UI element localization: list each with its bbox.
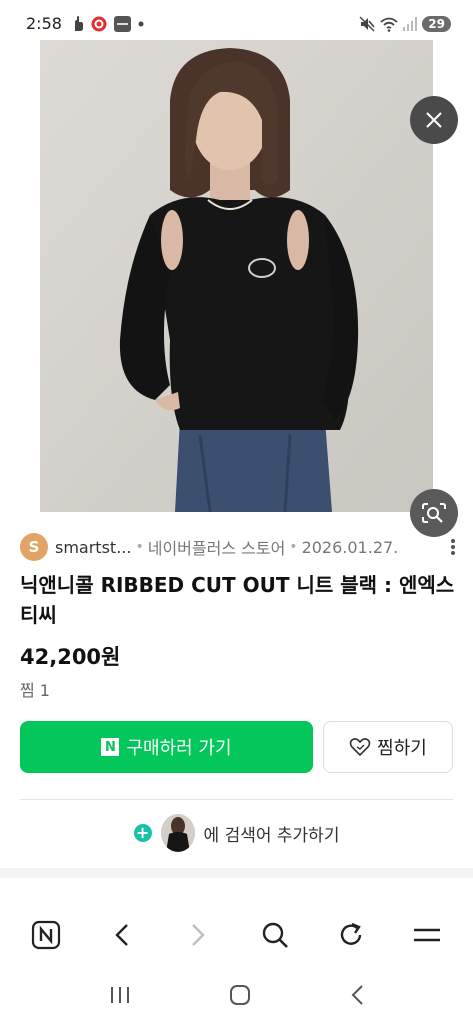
seller-avatar[interactable]: S xyxy=(20,533,48,561)
search-icon xyxy=(262,922,288,948)
buy-button[interactable]: N 구매하러 가기 xyxy=(20,721,313,773)
close-button[interactable] xyxy=(410,96,458,144)
separator-dot: • xyxy=(135,539,144,555)
back-button[interactable] xyxy=(100,913,144,957)
recent-apps-button[interactable] xyxy=(109,985,131,1009)
app-notification-icon xyxy=(91,16,107,32)
more-notifications-dot-icon xyxy=(138,21,144,27)
naver-n-icon xyxy=(31,920,61,950)
news-app-icon xyxy=(114,16,131,32)
naver-n-icon: N xyxy=(101,738,120,756)
store-name: 네이버플러스 스토어 xyxy=(147,539,286,558)
menu-button[interactable] xyxy=(405,913,449,957)
image-viewer xyxy=(0,40,473,537)
model-photo xyxy=(40,40,433,512)
lens-search-button[interactable] xyxy=(410,489,458,537)
seller-name[interactable]: smartst... xyxy=(55,538,131,557)
divider xyxy=(20,799,453,800)
recent-apps-icon xyxy=(111,987,130,1003)
status-bar: 2:58 29 xyxy=(0,0,473,44)
home-button[interactable] xyxy=(229,984,251,1010)
naver-home-button[interactable] xyxy=(24,913,68,957)
signal-icon xyxy=(403,17,418,31)
wishlist-button[interactable]: 찜하기 xyxy=(323,721,453,773)
search-thumbnail xyxy=(160,814,195,852)
chevron-right-icon xyxy=(192,924,206,946)
plus-icon: + xyxy=(133,824,152,842)
hamburger-menu-icon xyxy=(413,928,440,942)
refresh-icon xyxy=(340,922,361,945)
seller-row: S smartst... • 네이버플러스 스토어 • 2026.01.27. xyxy=(20,533,460,561)
section-gap xyxy=(0,868,473,878)
forward-button[interactable] xyxy=(176,913,220,957)
add-search-term-row[interactable]: + 에 검색어 추가하기 xyxy=(0,813,473,853)
more-options-button[interactable] xyxy=(448,535,458,559)
system-back-button[interactable] xyxy=(350,984,364,1010)
mute-icon xyxy=(359,16,375,32)
heart-icon xyxy=(349,738,371,757)
chevron-left-icon xyxy=(115,924,129,946)
add-search-label: 에 검색어 추가하기 xyxy=(203,825,340,846)
product-image[interactable] xyxy=(40,40,433,512)
separator-dot: • xyxy=(289,539,298,555)
buy-button-label: 구매하러 가기 xyxy=(126,738,232,759)
status-time: 2:58 xyxy=(26,14,62,33)
search-button[interactable] xyxy=(253,913,297,957)
browser-toolbar xyxy=(0,904,473,966)
product-title[interactable]: 닉앤니콜 RIBBED CUT OUT 니트 블랙 : 엔엑스티씨 xyxy=(20,570,460,630)
product-price: 42,200원 xyxy=(20,645,121,669)
wishlist-count: 찜 1 xyxy=(20,681,50,700)
hand-icon xyxy=(75,16,83,31)
lens-search-icon xyxy=(422,503,446,523)
system-navigation-bar xyxy=(0,970,473,1024)
refresh-button[interactable] xyxy=(329,913,373,957)
wishlist-button-label: 찜하기 xyxy=(377,738,427,759)
battery-indicator: 29 xyxy=(422,16,451,32)
back-icon xyxy=(351,985,363,1005)
post-date: 2026.01.27. xyxy=(301,537,399,557)
close-icon xyxy=(426,112,442,128)
wifi-icon xyxy=(380,17,398,32)
home-icon xyxy=(230,985,251,1005)
